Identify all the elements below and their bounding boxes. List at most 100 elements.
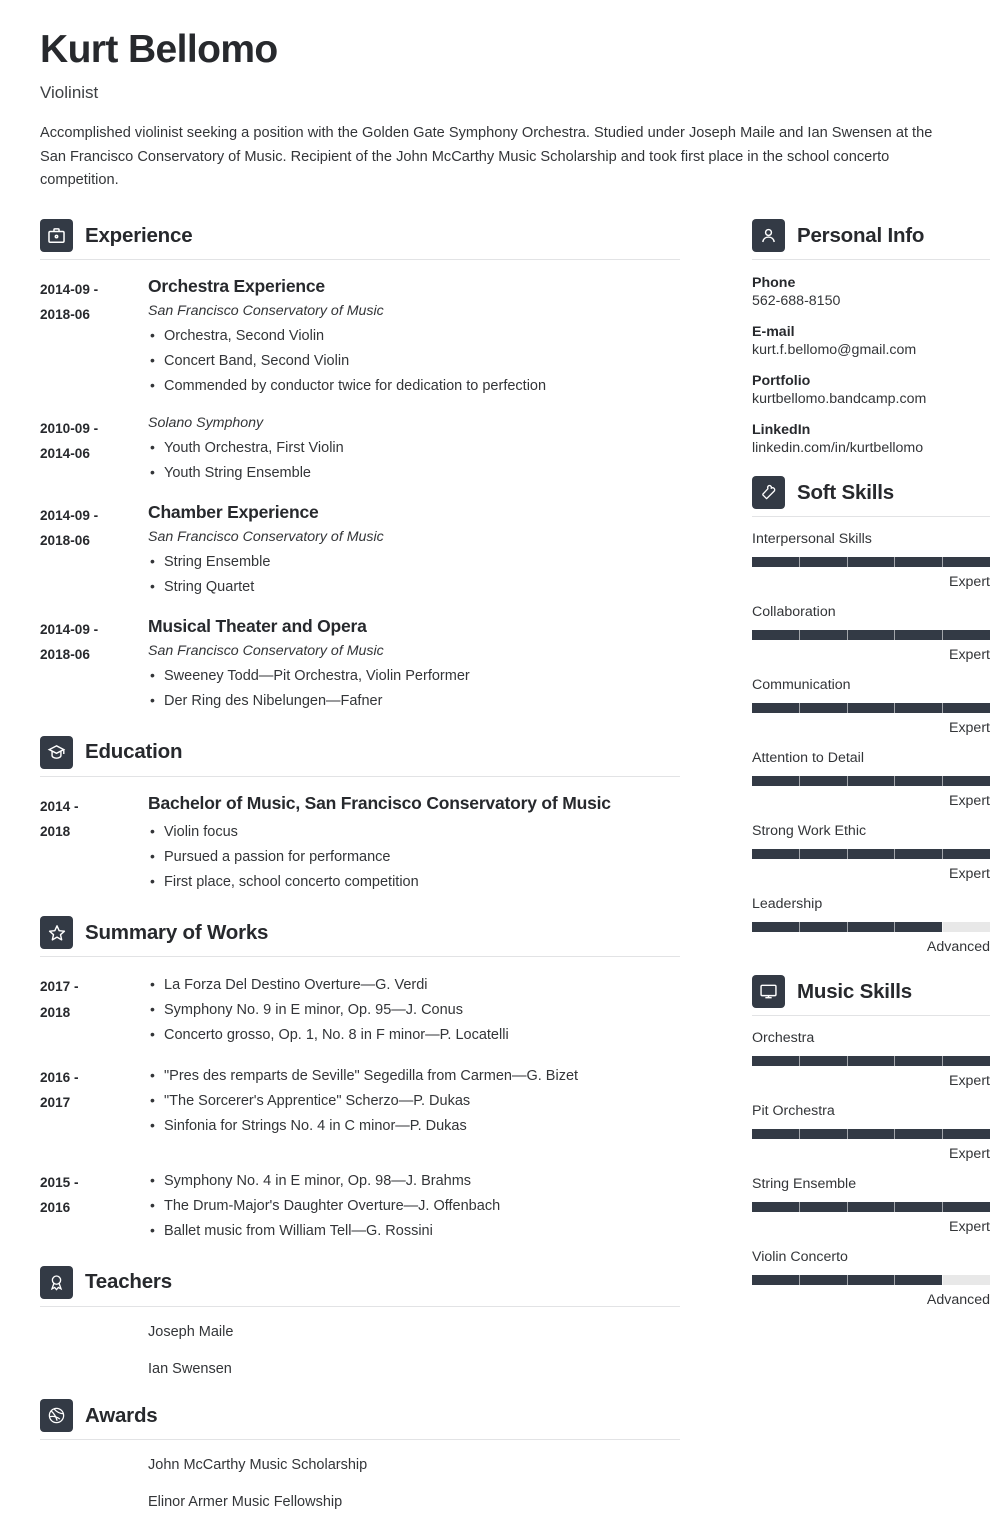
skill-bar-ticks [752, 849, 990, 860]
skill-item: Interpersonal Skills Expert [752, 531, 990, 590]
section-title-education: Education [85, 740, 183, 764]
entry-subtitle: Solano Symphony [148, 415, 264, 431]
skill-item: Collaboration Expert [752, 604, 990, 663]
skill-bar-ticks [752, 703, 990, 714]
divider [752, 259, 990, 261]
info-value[interactable]: kurt.f.bellomo@gmail.com [752, 342, 990, 358]
skill-name: String Ensemble [752, 1176, 857, 1193]
dribbble-circle-icon [40, 1399, 73, 1433]
skill-level: Advanced [926, 1292, 990, 1309]
date-from: 2014-09 - [40, 507, 99, 523]
section-awards: Awards John McCarthy Music Scholarship E… [40, 1399, 680, 1514]
info-value: 562-688-8150 [752, 293, 841, 310]
skill-item: Orchestra Expert [752, 1030, 990, 1089]
skill-level: Expert [948, 793, 990, 810]
skill-bar [752, 1056, 990, 1067]
entry-title: Orchestra Experience [148, 276, 325, 297]
monitor-icon [752, 975, 785, 1009]
date-from: 2016 - [40, 1070, 79, 1086]
date-from: 2010-09 - [40, 421, 99, 436]
list-item: Ballet music from William Tell—G. Rossin… [148, 1218, 680, 1244]
entry-bullets: Youth Orchestra, First Violin Youth Stri… [148, 435, 680, 486]
info-label: E-mail [752, 324, 795, 341]
list-item: String Quartet [148, 574, 680, 600]
skill-bar [752, 1202, 990, 1213]
list-item: Commended by conductor twice for dedicat… [148, 373, 680, 399]
section-title-works: Summary of Works [85, 920, 269, 944]
section-title-teachers: Teachers [85, 1270, 172, 1294]
entry-title: Musical Theater and Opera [148, 615, 367, 636]
briefcase-icon [40, 219, 73, 253]
date-from: 2014 - [40, 798, 79, 814]
list-item: Concert Band, Second Violin [148, 348, 680, 374]
skill-level: Expert [948, 1219, 990, 1236]
skill-name: Violin Concerto [752, 1249, 848, 1266]
info-value[interactable]: kurtbellomo.bandcamp.com [752, 391, 990, 407]
section-soft-skills: Soft Skills Interpersonal Skills Expert … [752, 476, 990, 955]
info-field-linkedin: LinkedIn linkedin.com/in/kurtbellomo [752, 422, 990, 456]
profile-summary: Accomplished violinist seeking a positio… [40, 124, 933, 189]
experience-entry: 2014-09 - 2018-06 Chamber Experience San… [40, 502, 680, 600]
skill-name: Strong Work Ethic [752, 823, 867, 840]
divider [40, 259, 680, 261]
works-entry: 2015 - 2016 Symphony No. 4 in E minor, O… [40, 1168, 680, 1244]
info-label: LinkedIn [752, 422, 811, 439]
skill-bar [752, 1275, 990, 1286]
entry-date: 2014-09 - 2018-06 [40, 502, 148, 600]
education-entry: 2014 - 2018 Bachelor of Music, San Franc… [40, 793, 680, 895]
entry-body: Symphony No. 4 in E minor, Op. 98—J. Bra… [148, 1168, 680, 1244]
experience-entry: 2014-09 - 2018-06 Orchestra Experience S… [40, 276, 680, 399]
resume-page: Kurt Bellomo Violinist Accomplished viol… [0, 0, 990, 1510]
info-field-email: E-mail kurt.f.bellomo@gmail.com [752, 324, 990, 358]
skill-level: Expert [948, 720, 990, 737]
skill-level: Expert [948, 866, 990, 883]
skill-bar [752, 922, 990, 933]
list-item: Ian Swensen [148, 1361, 232, 1378]
entry-bullets: Violin focus Pursued a passion for perfo… [148, 819, 680, 895]
section-title-music-skills: Music Skills [797, 979, 912, 1003]
section-header-education: Education [40, 735, 680, 769]
list-item: Sweeney Todd—Pit Orchestra, Violin Perfo… [148, 663, 680, 689]
entry-bullets: "Pres des remparts de Seville" Segedilla… [148, 1063, 680, 1139]
section-header-soft-skills: Soft Skills [752, 476, 990, 510]
date-to: 2014-06 [40, 446, 90, 462]
entry-title: Bachelor of Music, San Francisco Conserv… [148, 792, 611, 813]
entry-bullets: La Forza Del Destino Overture—G. Verdi S… [148, 972, 680, 1048]
right-column: Personal Info Phone 562-688-8150 E-mail … [752, 215, 990, 1308]
info-label: Phone [752, 275, 796, 292]
info-value[interactable]: linkedin.com/in/kurtbellomo [752, 440, 990, 456]
skill-level: Expert [948, 1073, 990, 1090]
section-header-experience: Experience [40, 219, 680, 253]
entry-date: 2014-09 - 2018-06 [40, 276, 148, 399]
skill-level: Advanced [926, 939, 990, 956]
skill-bar-ticks [752, 630, 990, 641]
date-from: 2014-09 - [40, 621, 99, 637]
entry-date: 2014 - 2018 [40, 793, 148, 895]
entry-subtitle: San Francisco Conservatory of Music [148, 642, 384, 659]
skill-level: Expert [948, 574, 990, 591]
skill-bar-ticks [752, 922, 990, 933]
divider [40, 775, 680, 777]
divider [40, 1439, 680, 1441]
list-item: Der Ring des Nibelungen—Fafner [148, 688, 680, 714]
skill-bar [752, 630, 990, 641]
entry-bullets: String Ensemble String Quartet [148, 549, 680, 600]
skill-name: Pit Orchestra [752, 1103, 835, 1120]
experience-entry: 2014-09 - 2018-06 Musical Theater and Op… [40, 616, 680, 714]
date-to: 2018-06 [40, 307, 90, 323]
user-icon [752, 219, 785, 253]
skill-item: Communication Expert [752, 677, 990, 736]
entry-body: "Pres des remparts de Seville" Segedilla… [148, 1063, 680, 1139]
entry-date: 2016 - 2017 [40, 1064, 148, 1139]
entry-title: Chamber Experience [148, 501, 319, 522]
works-entry: 2017 - 2018 La Forza Del Destino Overtur… [40, 972, 680, 1048]
resume-body: Experience 2014-09 - 2018-06 Orchestra E… [40, 215, 990, 1514]
date-to: 2018-06 [40, 646, 90, 662]
skill-level: Expert [948, 1146, 990, 1163]
skill-bar-ticks [752, 1202, 990, 1213]
skill-name: Leadership [752, 896, 823, 913]
list-item: First place, school concerto competition [148, 869, 680, 895]
section-title-soft-skills: Soft Skills [797, 480, 894, 504]
skill-name: Collaboration [752, 604, 836, 621]
section-summary-of-works: Summary of Works 2017 - 2018 La Forza De… [40, 916, 680, 1243]
